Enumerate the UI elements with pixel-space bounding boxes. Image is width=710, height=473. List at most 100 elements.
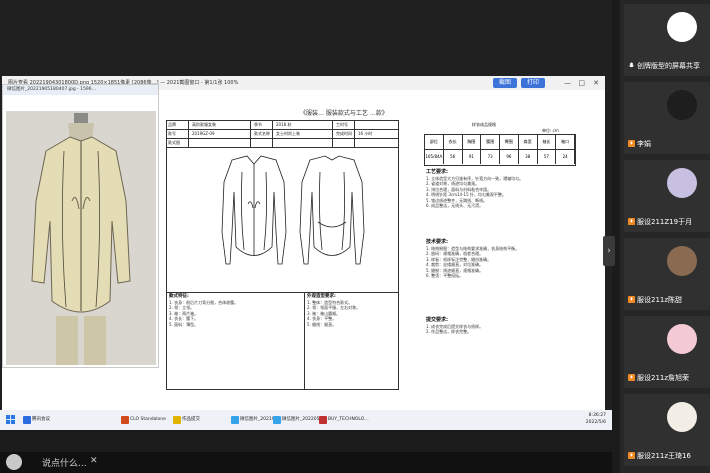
chat-input[interactable]: 说点什么... xyxy=(42,456,87,469)
size-table-header: 衣长 xyxy=(444,135,463,149)
participant-tile[interactable]: 创牌版型的屏幕共享 xyxy=(624,4,710,76)
garment-image-window: 微信图片_20221905180407.jpg - 1596… xyxy=(2,84,159,368)
avatar xyxy=(667,12,697,42)
close-icon[interactable]: ✕ xyxy=(90,456,98,466)
style-name-label: 款式名称 xyxy=(254,131,270,136)
avatar xyxy=(6,454,22,470)
size-table-cell: 91 xyxy=(463,150,482,164)
season-label: 季节 xyxy=(254,122,262,127)
app-icon xyxy=(319,416,327,424)
panel-toggle-button[interactable]: › xyxy=(603,236,615,266)
taskbar-app-item[interactable]: 腾讯会议 xyxy=(22,413,50,427)
app-icon xyxy=(273,416,281,424)
avatar xyxy=(667,402,697,432)
participant-tile[interactable]: 服设211Z19于月 xyxy=(624,160,710,232)
style-description-line: 5. 面料：薄型。 xyxy=(169,321,199,327)
participant-name: 服设211Z19于月 xyxy=(628,217,692,227)
size-table-cell: 24 xyxy=(556,150,575,164)
season-value: 2018 秋 xyxy=(276,122,292,127)
size-table-cell: 56 xyxy=(444,150,463,164)
taskbar-app-label: BUY_TECHNOLO… xyxy=(328,417,369,422)
shared-screen: 图片查看 20221904301800D.png 1520×1851像素 [20… xyxy=(0,0,612,430)
microphone-icon xyxy=(629,62,634,68)
participant-name: 服设211z詹旭荣 xyxy=(628,373,689,383)
process-line: 6. 成品整洁，无线头、无污渍。 xyxy=(426,203,484,208)
size-table: 部位 衣长 胸围 腰围 臀围 肩宽 袖长 袖口 165/84A 56 91 73 96 38 57 24 xyxy=(424,134,576,166)
minimize-icon[interactable]: — xyxy=(564,76,571,90)
garment-flat-sketch xyxy=(221,155,365,265)
size-table-header: 袖口 xyxy=(556,135,575,149)
taskbar-app-label: 腾讯会议 xyxy=(32,417,50,422)
avatar xyxy=(667,324,697,354)
microphone-muted-icon xyxy=(628,296,635,303)
style-description: 款式特征: 1. 衣身：前后片刀背分割，合体收腰。 2. 领：立领。 3. 袖：… xyxy=(169,294,301,327)
garment-3d-render xyxy=(6,111,156,365)
taskbar-app-label: CLO Standalone xyxy=(130,417,166,422)
microphone-muted-icon xyxy=(628,374,635,381)
app-icon xyxy=(23,416,31,424)
participant-tile[interactable]: 服设211z詹旭荣 xyxy=(624,316,710,388)
microphone-muted-icon xyxy=(628,218,635,225)
avatar xyxy=(667,246,697,276)
taskbar-app-item[interactable]: 微信图片_202205… xyxy=(272,413,324,427)
process-requirements: 工艺要求: 1. 立体造型大方归拔有序，针宽方向一致，褶皱均匀。 2. 省道对称… xyxy=(426,169,574,209)
participant-tile[interactable]: 服设211z陈甜 xyxy=(624,238,710,310)
participant-name: 李娟 xyxy=(628,139,651,149)
taskbar-clock[interactable]: 8:36:27 2022/5/6 xyxy=(586,412,606,426)
size-table-header: 腰围 xyxy=(481,135,500,149)
taskbar-app-label: 作品提交 xyxy=(182,417,200,422)
size-table-title: 样衣成品规格 xyxy=(472,122,496,127)
style-no-value: 2019GZ-09 xyxy=(192,131,215,136)
technical-line: 6. 整烫：平整挺括。 xyxy=(426,273,464,278)
maximize-icon[interactable]: □ xyxy=(578,76,585,90)
info-table: 品牌 高阶款服女装 季节 2018 秋 工时号 款号 2019GZ-09 款式名… xyxy=(166,120,399,390)
finish-time-label: 完成时间 xyxy=(336,131,352,136)
windows-start-icon[interactable] xyxy=(6,415,15,424)
avatar xyxy=(667,168,697,198)
participant-name: 服设211z王琦16 xyxy=(628,451,691,461)
style-name-value: 女士时尚上装 xyxy=(276,131,300,136)
size-unit: 单位: cm xyxy=(542,128,559,133)
size-table-cell: 57 xyxy=(538,150,557,164)
size-table-header: 臀围 xyxy=(500,135,519,149)
app-icon xyxy=(121,416,129,424)
print-button[interactable]: 打印 xyxy=(520,78,545,88)
size-table-cell: 73 xyxy=(481,150,500,164)
appearance-requirements: 外观造型要求: 1. 整体：造型符合款式。 2. 领：领面平服，左右对称。 3.… xyxy=(307,294,397,327)
clock-date: 2022/5/6 xyxy=(585,420,606,425)
taskbar-app-item[interactable]: BUY_TECHNOLO… xyxy=(318,413,369,427)
taskbar-app-item[interactable]: 作品提交 xyxy=(172,413,200,427)
submission-requirements: 提交要求: 1. 成衣完成后提交样衣与纸样。 2. 作品整洁，样衣完整。 xyxy=(426,317,574,335)
spec-sheet-title: 《服装… 服装款式与工艺 …款》 xyxy=(300,110,388,117)
garment-image-title: 微信图片_20221905180407.jpg - 1596… xyxy=(3,85,158,95)
brand-value: 高阶款服女装 xyxy=(192,122,216,127)
process-no-label: 工时号 xyxy=(336,122,348,127)
size-table-header: 胸围 xyxy=(463,135,482,149)
participant-tile[interactable]: 李娟 xyxy=(624,82,710,154)
size-table-cell: 96 xyxy=(500,150,519,164)
technical-requirements: 技术要求: 1. 结构制图：造型与结构要求准确，衣身结构平衡。 2. 放码：规格… xyxy=(426,239,574,279)
size-table-header: 肩宽 xyxy=(519,135,538,149)
taskbar-app-item[interactable]: CLO Standalone xyxy=(120,413,166,427)
participant-tile[interactable]: 服设211z王琦16 xyxy=(624,394,710,466)
app-icon xyxy=(231,416,239,424)
size-table-header: 部位 xyxy=(425,135,444,149)
size-table-cell: 38 xyxy=(519,150,538,164)
size-table-cell: 165/84A xyxy=(425,150,444,164)
brand-label: 品牌 xyxy=(168,122,176,127)
clock-time: 8:36:27 xyxy=(588,413,606,418)
app-icon xyxy=(173,416,181,424)
participant-name: 创牌版型的屏幕共享 xyxy=(628,61,700,71)
windows-taskbar: 腾讯会议 CLO Standalone 作品提交 微信图片_202190… 微信图片_2… xyxy=(0,410,612,430)
edit-button[interactable]: 截图 xyxy=(492,78,517,88)
close-icon[interactable]: ✕ xyxy=(593,76,599,90)
avatar xyxy=(667,90,697,120)
microphone-muted-icon xyxy=(628,452,635,459)
spec-sheet-page: 《服装… 服装款式与工艺 …款》 品牌 高阶款服女装 季节 2018 秋 工时号… xyxy=(160,106,605,390)
participant-name: 服设211z陈甜 xyxy=(628,295,682,305)
size-table-header: 袖长 xyxy=(538,135,557,149)
finish-time-value: 16 小时 xyxy=(358,131,373,136)
size-and-requirements: 样衣成品规格 单位: cm 部位 衣长 胸围 腰围 臀围 肩宽 袖长 袖口 165/84A 56… xyxy=(424,120,576,376)
style-no-label: 款号 xyxy=(168,131,176,136)
microphone-muted-icon xyxy=(628,140,635,147)
